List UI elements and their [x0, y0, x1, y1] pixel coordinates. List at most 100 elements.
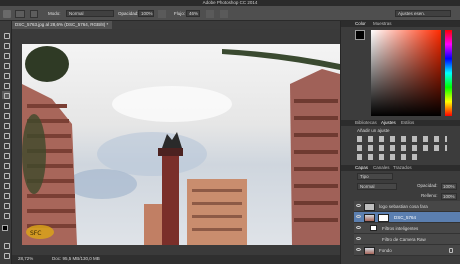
- adjustments-subtitle: Añadir un ajuste: [357, 128, 390, 133]
- document-tab-row: DSC_5763.jpg al 28,6% (DSC_5764, RGB/8) …: [12, 21, 340, 29]
- color-field-picker[interactable]: [371, 30, 441, 116]
- tab-libraries[interactable]: Bibliotecas: [355, 120, 377, 126]
- layer-name: DSC_5764: [394, 214, 417, 220]
- mode-select[interactable]: Normal: [66, 10, 114, 17]
- watermark-logo: SFC: [26, 225, 54, 239]
- adjustment-icons-row-3[interactable]: [357, 154, 417, 160]
- layer-row[interactable]: logo sebastian cosa fara: [354, 201, 460, 212]
- eye-icon[interactable]: [356, 237, 361, 240]
- eraser-tool-icon[interactable]: [2, 121, 10, 129]
- pressure-opacity-icon[interactable]: [158, 10, 166, 18]
- layer-name: logo sebastian cosa fara: [379, 203, 428, 209]
- opacity-field[interactable]: 100%: [138, 10, 154, 17]
- options-bar: Modo: Normal Opacidad: 100% Flujo: 46% A…: [0, 6, 460, 21]
- hue-slider[interactable]: [445, 30, 452, 116]
- tab-color[interactable]: Color: [355, 21, 366, 27]
- type-tool-icon[interactable]: [2, 171, 10, 179]
- flow-value: 46%: [189, 11, 199, 16]
- svg-text:SFC: SFC: [30, 230, 41, 237]
- document-tab-label: DSC_5763.jpg al 28,6% (DSC_5764, RGB/8) …: [15, 21, 109, 27]
- smart-filter-mask-thumbnail: [378, 213, 389, 222]
- dodge-tool-icon[interactable]: [2, 151, 10, 159]
- layer-row-selected[interactable]: DSC_5764: [354, 212, 460, 223]
- photo-image: SFC: [22, 46, 340, 245]
- workspace-value: Ajustes esen.: [398, 11, 426, 16]
- zoom-readout[interactable]: 28,72%: [18, 256, 33, 262]
- layer-thumbnail: [364, 246, 375, 255]
- blur-tool-icon[interactable]: [2, 141, 10, 149]
- flow-label: Flujo:: [174, 10, 186, 16]
- path-select-tool-icon[interactable]: [2, 181, 10, 189]
- layer-opacity-field[interactable]: 100%: [441, 183, 457, 190]
- blend-mode-select[interactable]: Normal: [357, 183, 397, 190]
- tab-styles[interactable]: Estilos: [401, 120, 414, 126]
- foreground-color-swatch[interactable]: [2, 225, 8, 231]
- layer-name: Filtros inteligentes: [382, 225, 419, 231]
- eye-icon[interactable]: [356, 248, 361, 251]
- lock-icon: [449, 248, 453, 253]
- status-bar: 28,72% Doc: 95,5 MB/130,0 MB: [12, 255, 340, 264]
- lasso-tool-icon[interactable]: [2, 51, 10, 59]
- mode-label: Modo:: [48, 10, 61, 16]
- zoom-tool-icon[interactable]: [2, 211, 10, 219]
- marquee-tool-icon[interactable]: [2, 41, 10, 49]
- screen-mode-icon[interactable]: [2, 251, 10, 259]
- eye-icon[interactable]: [356, 226, 361, 229]
- layer-thumbnail: [364, 202, 375, 211]
- brush-panel-toggle[interactable]: [30, 10, 38, 18]
- document-canvas[interactable]: SFC: [22, 44, 340, 245]
- move-tool-icon[interactable]: [2, 31, 10, 39]
- opacity-value: 100%: [141, 11, 153, 16]
- mode-value: Normal: [69, 11, 84, 16]
- crop-tool-icon[interactable]: [2, 71, 10, 79]
- tab-adjustments[interactable]: Ajustes: [381, 120, 396, 126]
- pen-tool-icon[interactable]: [2, 161, 10, 169]
- adjustment-icons-row-1[interactable]: [357, 136, 447, 142]
- brush-tool-icon[interactable]: [2, 91, 10, 99]
- opacity-label: Opacidad:: [118, 10, 139, 16]
- brush-preset-picker[interactable]: [15, 10, 25, 18]
- smart-filter-mask-icon: [370, 225, 377, 231]
- layer-thumbnail: [364, 213, 375, 222]
- eyedropper-tool-icon[interactable]: [2, 81, 10, 89]
- window-title: Adobe Photoshop CC 2014: [202, 0, 258, 5]
- pressure-size-icon[interactable]: [220, 10, 228, 18]
- eye-icon[interactable]: [356, 215, 361, 218]
- quick-mask-icon[interactable]: [2, 241, 10, 249]
- home-icon[interactable]: [3, 10, 11, 18]
- doc-size-readout: Doc: 95,5 MB/130,0 MB: [52, 256, 100, 261]
- color-foreground-swatch[interactable]: [355, 30, 365, 40]
- hand-tool-icon[interactable]: [2, 201, 10, 209]
- airbrush-icon[interactable]: [206, 10, 214, 18]
- shape-tool-icon[interactable]: [2, 191, 10, 199]
- flow-field[interactable]: 46%: [186, 10, 200, 17]
- layer-name: Fondo: [379, 247, 392, 253]
- fill-label: Relleno:: [421, 193, 438, 198]
- fill-value: 100%: [443, 194, 455, 199]
- quick-select-tool-icon[interactable]: [2, 61, 10, 69]
- layer-filter-select[interactable]: Tipo: [357, 173, 393, 180]
- workspace-select[interactable]: Ajustes esen.: [395, 10, 451, 17]
- layer-row[interactable]: Fondo: [354, 245, 460, 256]
- tab-swatches[interactable]: Muestras: [373, 21, 392, 27]
- adjustment-icons-row-2[interactable]: [357, 145, 447, 151]
- color-panel-header: Color Muestras: [341, 21, 460, 27]
- layer-opacity-label: Opacidad:: [417, 183, 438, 188]
- layer-name: Filtro de Camera Raw: [382, 236, 426, 242]
- layer-filter-value: Tipo: [360, 174, 369, 179]
- layers-panel-header: Capas Canales Trazados: [341, 165, 460, 171]
- adjustments-panel-header: Bibliotecas Ajustes Estilos: [341, 120, 460, 126]
- history-brush-tool-icon[interactable]: [2, 111, 10, 119]
- layer-opacity-value: 100%: [443, 184, 455, 189]
- tab-paths[interactable]: Trazados: [393, 165, 412, 171]
- tab-layers[interactable]: Capas: [355, 165, 368, 171]
- layer-row[interactable]: Filtro de Camera Raw: [354, 234, 460, 245]
- tab-channels[interactable]: Canales: [373, 165, 390, 171]
- layer-row[interactable]: Filtros inteligentes: [354, 223, 460, 234]
- document-tab[interactable]: DSC_5763.jpg al 28,6% (DSC_5764, RGB/8) …: [12, 21, 112, 29]
- fill-field[interactable]: 100%: [441, 193, 457, 200]
- eye-icon[interactable]: [356, 204, 361, 207]
- clone-stamp-tool-icon[interactable]: [2, 101, 10, 109]
- blend-mode-value: Normal: [360, 184, 375, 189]
- gradient-tool-icon[interactable]: [2, 131, 10, 139]
